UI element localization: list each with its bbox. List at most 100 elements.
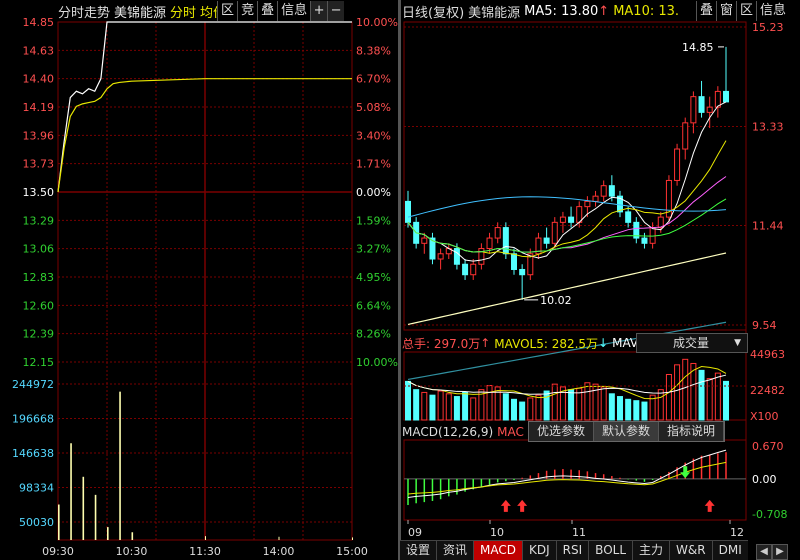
kline-tick-label: 15.23 [752,21,784,34]
kline-tick-label: 9.54 [752,319,777,332]
scroll-left-icon[interactable]: ◀ [756,544,772,560]
candle-body [698,96,705,113]
volume-tick-label: 196668 [12,413,54,426]
candle-body [437,253,444,260]
volume-bar [682,358,689,421]
pct-tick-label: 1.59% [356,214,391,227]
volume-bar [58,504,60,540]
indicator-dropdown-value: 成交量 [673,336,710,350]
pct-tick-label: 0.00% [356,186,391,199]
menu-indicator-help[interactable]: 指标说明 [659,422,725,441]
price-tick-label: 12.39 [23,328,55,341]
volume-bar [470,397,477,421]
volume-bar [617,396,623,421]
volume-bar [633,400,640,421]
candle-body [478,248,485,265]
pct-tick-label: 8.26% [356,328,391,341]
volume-bar [625,398,632,421]
pct-tick-label: 5.08% [356,101,391,114]
pct-tick-label: 6.70% [356,73,391,86]
volume-bar [502,393,509,421]
tab-macd[interactable]: MACD [474,541,524,560]
date-tick-label: 11 [572,526,586,539]
price-tick-label: 12.60 [23,299,55,312]
daily-panel: 日线(复权) 美锦能源 MA5: 13.80 ↑ MA10: 13. 叠 窗 区… [400,0,800,560]
indicator-dropdown[interactable]: 成交量 ▼ [636,333,748,353]
pct-tick-label: 3.40% [356,129,391,142]
time-tick-label: 09:30 [42,545,74,558]
candle-body [559,216,566,223]
price-tick-label: 14.19 [23,101,55,114]
tab-wr[interactable]: W&R [670,541,713,560]
volume-bar [568,389,575,421]
volume-bar [429,394,436,421]
volume-bar [674,364,681,421]
candle-body [625,211,632,223]
sell-arrow-icon [680,466,691,479]
tab-dmi[interactable]: DMI [713,541,748,560]
scroll-right-icon[interactable]: ▶ [772,544,788,560]
candle-body [494,227,501,239]
daily-chart[interactable]: 15.23 13.33 11.44 9.54 14.85 10.02 44963 22482 X… [400,0,800,560]
price-tick-label: 14.40 [23,73,55,86]
volume-total: 总手: 297.0万 [402,336,481,351]
macd-header: MACD(12,26,9) MAC [400,423,526,441]
tab-rsi[interactable]: RSI [557,541,590,560]
volume-tick-label: X100 [750,410,779,423]
volume-bar [723,380,729,421]
volume-bar [527,397,534,421]
volume-mavol5-arrow: ↓ [598,336,609,350]
volume-bar [486,385,493,421]
candle-body [543,237,550,244]
macd-label: MACD(12,26,9) [402,425,494,439]
volume-bar [462,391,469,421]
candle-body [706,106,713,113]
buy-arrow-icon [704,499,715,512]
volume-bar [421,391,428,421]
volume-bar [437,390,444,421]
volume-bar [94,494,97,540]
tab-main-force[interactable]: 主力 [633,541,671,560]
pct-tick-label: 3.27% [356,243,391,256]
volume-mavol5: MAVOL5: 282.5万 [494,336,599,351]
volume-bar [714,372,721,421]
candle-body [511,253,517,270]
candle-body [723,90,729,103]
pct-tick-label: 10.00% [356,356,398,369]
candle-body [592,195,599,202]
volume-bar [551,383,558,421]
indicator-tabs: 设置 资讯 MACD KDJ RSI BOLL 主力 W&R DMI [400,540,748,560]
tab-news[interactable]: 资讯 [437,541,475,560]
price-tick-label: 13.96 [23,129,55,142]
menu-default-params[interactable]: 默认参数 [594,422,660,441]
price-tick-label: 14.85 [23,16,55,29]
price-tick-label: 13.06 [23,243,55,256]
chevron-down-icon: ▼ [734,338,741,348]
date-tick-label: 09 [408,526,422,539]
volume-tick-label: 98334 [19,482,54,495]
intraday-panel: 分时走势 美锦能源 分时 均价 区 竞 叠 信息 + − 14.8514.631… [0,0,400,560]
kline-tick-label: 11.44 [752,219,784,232]
volume-bar [535,394,542,421]
price-tick-label: 14.63 [23,44,55,57]
candle-body [682,122,689,150]
volume-bar [107,527,109,540]
volume-tick-label: 44963 [750,348,785,361]
candle-body [462,263,469,276]
volume-bar [278,536,280,540]
tab-kdj[interactable]: KDJ [523,541,557,560]
price-tick-label: 12.83 [23,271,55,284]
menu-optimal-params[interactable]: 优选参数 [529,422,595,441]
volume-bar [453,396,460,421]
tab-settings[interactable]: 设置 [400,541,438,560]
volume-bar [445,393,452,421]
tab-boll[interactable]: BOLL [589,541,634,560]
volume-bar [698,369,705,421]
volume-bar [82,476,85,540]
candle-body [674,148,681,181]
intraday-chart[interactable]: 14.85 14.63 14.40 14.19 13.96 13.73 13.50 13.29… [0,0,400,560]
volume-header: 总手: 297.0万 ↑ MAVOL5: 282.5万 ↓ MAVC [400,333,649,353]
candle-body [551,221,558,244]
volume-bar [131,532,134,540]
candle-body [600,185,607,197]
